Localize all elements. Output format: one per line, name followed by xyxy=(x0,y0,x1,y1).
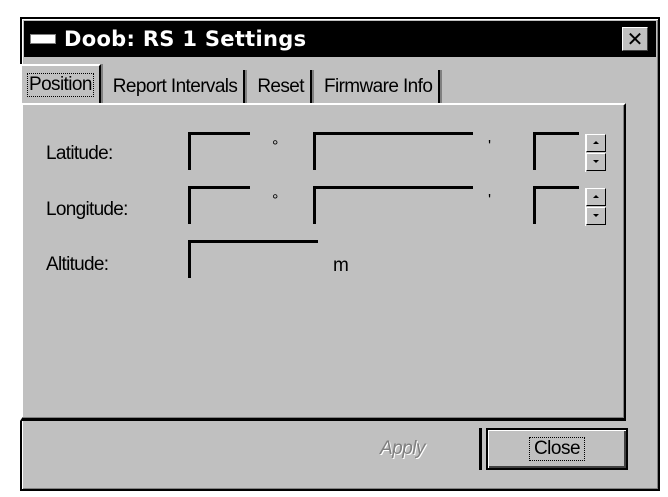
longitude-minutes-input[interactable] xyxy=(313,186,473,224)
title-bar[interactable]: Doob: RS 1 Settings ✕ xyxy=(24,21,656,57)
window-title: Doob: RS 1 Settings xyxy=(64,27,307,51)
altitude-unit: m xyxy=(333,255,349,276)
altitude-input[interactable] xyxy=(188,240,318,278)
tab-strip: Position Report Intervals Reset Firmware… xyxy=(20,64,446,104)
latitude-minutes-unit: ' xyxy=(488,138,492,155)
apply-button-label: Apply xyxy=(379,438,426,459)
longitude-seconds-input[interactable] xyxy=(533,186,579,224)
close-icon: ✕ xyxy=(626,27,644,51)
longitude-degrees-input[interactable] xyxy=(188,186,250,224)
spin-up-icon[interactable] xyxy=(586,188,606,206)
close-button[interactable]: Close xyxy=(486,428,628,470)
tab-firmware-info[interactable]: Firmware Info xyxy=(318,70,441,104)
latitude-degrees-unit: ° xyxy=(272,138,279,155)
spin-down-icon[interactable] xyxy=(586,153,606,171)
tab-firmware-info-label: Firmware Info xyxy=(323,76,433,97)
system-menu-icon[interactable] xyxy=(30,34,56,44)
longitude-minutes-unit: ' xyxy=(488,192,492,209)
latitude-degrees-input[interactable] xyxy=(188,132,250,170)
latitude-label: Latitude: xyxy=(46,143,113,164)
apply-button[interactable]: Apply xyxy=(326,428,482,470)
tab-report-intervals-label: Report Intervals xyxy=(112,76,238,97)
tab-reset-label: Reset xyxy=(257,76,304,97)
tab-reset[interactable]: Reset xyxy=(251,70,312,104)
tab-position[interactable]: Position xyxy=(20,64,101,104)
close-window-button[interactable]: ✕ xyxy=(622,27,648,51)
longitude-label: Longitude: xyxy=(46,199,128,220)
latitude-seconds-input[interactable] xyxy=(533,132,579,170)
spin-down-icon[interactable] xyxy=(586,207,606,225)
close-button-label: Close xyxy=(528,437,586,461)
altitude-label: Altitude: xyxy=(46,254,109,275)
latitude-seconds-spinner[interactable] xyxy=(585,134,606,172)
longitude-degrees-unit: ° xyxy=(272,192,279,209)
tab-position-label: Position xyxy=(27,73,94,97)
spin-up-icon[interactable] xyxy=(586,134,606,152)
latitude-minutes-input[interactable] xyxy=(313,132,473,170)
tab-report-intervals[interactable]: Report Intervals xyxy=(107,70,246,104)
longitude-seconds-spinner[interactable] xyxy=(585,188,606,226)
